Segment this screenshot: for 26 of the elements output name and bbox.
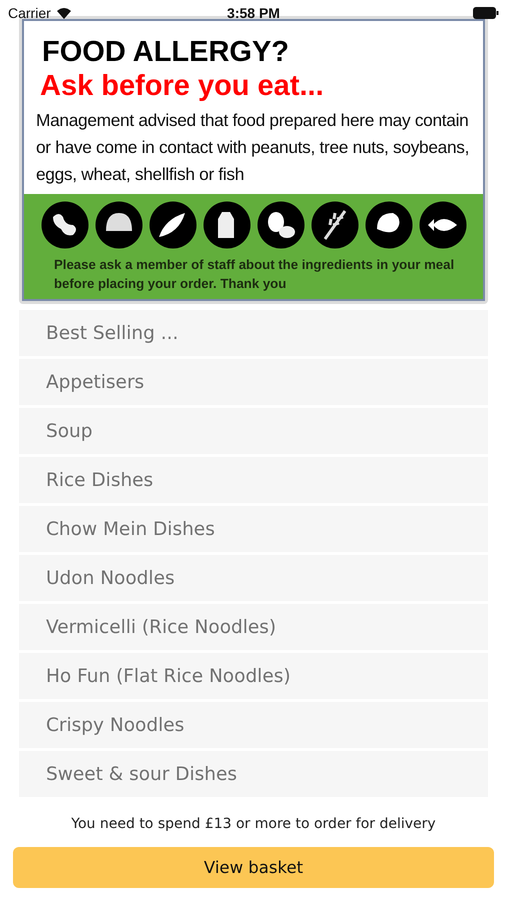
peanut-icon — [40, 201, 88, 249]
wheat-icon — [310, 201, 358, 249]
category-item[interactable]: Soup — [19, 408, 488, 454]
category-item[interactable]: Crispy Noodles — [19, 702, 488, 748]
carton-icon — [202, 201, 250, 249]
carrier-label: Carrier — [8, 5, 51, 21]
view-basket-button[interactable]: View basket — [13, 847, 494, 888]
banner-title: FOOD ALLERGY? — [41, 35, 290, 69]
category-item[interactable]: Chow Mein Dishes — [19, 506, 488, 552]
battery-icon — [473, 7, 499, 19]
delivery-minimum-message: You need to spend £13 or more to order for delivery — [71, 816, 436, 832]
pod-icon — [148, 201, 196, 249]
banner-notice: Please ask a member of staff about the ingredients in your meal before placing your order. Thank you — [53, 256, 456, 293]
wifi-icon — [56, 7, 72, 19]
fish-icon — [418, 201, 466, 249]
category-item[interactable]: Appetisers — [19, 359, 488, 405]
egg-icon — [256, 201, 304, 249]
status-time: 3:58 PM — [227, 5, 280, 21]
banner-subtitle: Ask before you eat... — [39, 69, 325, 103]
category-item[interactable]: Best Selling ... — [19, 310, 488, 356]
banner-text: Management advised that food prepared here may contain or have come in contact with peanuts, tree nuts, soybeans, eggs, wheat, shellfish or fish — [35, 109, 470, 186]
category-item[interactable]: Rice Dishes — [19, 457, 488, 503]
category-item[interactable]: Vermicelli (Rice Noodles) — [19, 604, 488, 650]
category-item[interactable]: Ho Fun (Flat Rice Noodles) — [19, 653, 488, 699]
category-item[interactable]: Udon Noodles — [19, 555, 488, 601]
category-item[interactable]: Sweet & sour Dishes — [19, 751, 488, 797]
